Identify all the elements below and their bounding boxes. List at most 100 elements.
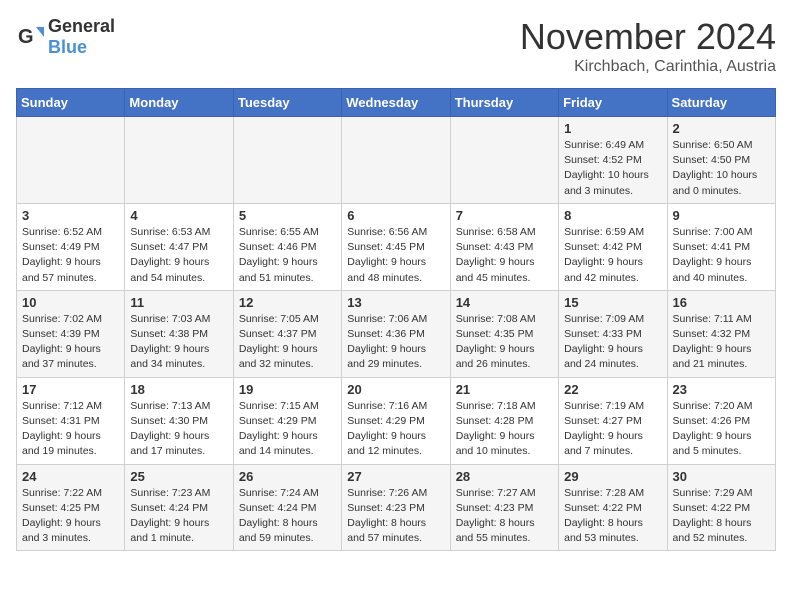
calendar-week-row: 10 Sunrise: 7:02 AMSunset: 4:39 PMDayligh… xyxy=(17,290,776,377)
day-header-wednesday: Wednesday xyxy=(342,89,450,117)
day-info: Sunrise: 6:53 AMSunset: 4:47 PMDaylight:… xyxy=(130,225,227,286)
day-info: Sunrise: 7:12 AMSunset: 4:31 PMDaylight:… xyxy=(22,399,119,460)
calendar-cell: 9 Sunrise: 7:00 AMSunset: 4:41 PMDaylight… xyxy=(667,203,775,290)
day-number: 17 xyxy=(22,382,119,397)
day-info: Sunrise: 6:59 AMSunset: 4:42 PMDaylight:… xyxy=(564,225,661,286)
day-info: Sunrise: 6:49 AMSunset: 4:52 PMDaylight:… xyxy=(564,138,661,199)
day-info: Sunrise: 7:15 AMSunset: 4:29 PMDaylight:… xyxy=(239,399,336,460)
day-info: Sunrise: 6:56 AMSunset: 4:45 PMDaylight:… xyxy=(347,225,444,286)
calendar-cell: 21 Sunrise: 7:18 AMSunset: 4:28 PMDayligh… xyxy=(450,377,558,464)
day-header-tuesday: Tuesday xyxy=(233,89,341,117)
calendar-week-row: 24Sunrise: 7:22 AMSunset: 4:25 PMDayligh… xyxy=(17,464,776,551)
day-header-sunday: Sunday xyxy=(17,89,125,117)
day-number: 5 xyxy=(239,208,336,223)
day-number: 19 xyxy=(239,382,336,397)
calendar-cell: 4 Sunrise: 6:53 AMSunset: 4:47 PMDaylight… xyxy=(125,203,233,290)
calendar-cell: 25 Sunrise: 7:23 AMSunset: 4:24 PMDayligh… xyxy=(125,464,233,551)
calendar-week-row: 1Sunrise: 6:49 AMSunset: 4:52 PMDaylight… xyxy=(17,117,776,204)
day-info: Sunrise: 7:02 AMSunset: 4:39 PMDaylight:… xyxy=(22,312,119,373)
day-number: 4 xyxy=(130,208,227,223)
day-number: 30 xyxy=(673,469,770,484)
day-header-friday: Friday xyxy=(559,89,667,117)
calendar-cell: 5 Sunrise: 6:55 AMSunset: 4:46 PMDaylight… xyxy=(233,203,341,290)
calendar-cell: 14 Sunrise: 7:08 AMSunset: 4:35 PMDayligh… xyxy=(450,290,558,377)
calendar-week-row: 3 Sunrise: 6:52 AMSunset: 4:49 PMDaylight… xyxy=(17,203,776,290)
calendar-cell: 10 Sunrise: 7:02 AMSunset: 4:39 PMDayligh… xyxy=(17,290,125,377)
location-title: Kirchbach, Carinthia, Austria xyxy=(520,58,776,76)
day-number: 24 xyxy=(22,469,119,484)
calendar-cell: 11 Sunrise: 7:03 AMSunset: 4:38 PMDayligh… xyxy=(125,290,233,377)
day-info: Sunrise: 7:23 AMSunset: 4:24 PMDaylight:… xyxy=(130,486,227,547)
day-number: 20 xyxy=(347,382,444,397)
calendar-cell xyxy=(125,117,233,204)
page-header: G General Blue November 2024 Kirchbach, … xyxy=(16,16,776,76)
day-number: 22 xyxy=(564,382,661,397)
day-number: 23 xyxy=(673,382,770,397)
calendar-cell: 20 Sunrise: 7:16 AMSunset: 4:29 PMDayligh… xyxy=(342,377,450,464)
calendar-cell: 1Sunrise: 6:49 AMSunset: 4:52 PMDaylight… xyxy=(559,117,667,204)
day-info: Sunrise: 7:19 AMSunset: 4:27 PMDaylight:… xyxy=(564,399,661,460)
day-number: 21 xyxy=(456,382,553,397)
calendar-week-row: 17 Sunrise: 7:12 AMSunset: 4:31 PMDayligh… xyxy=(17,377,776,464)
calendar-cell: 3 Sunrise: 6:52 AMSunset: 4:49 PMDaylight… xyxy=(17,203,125,290)
calendar-cell xyxy=(17,117,125,204)
day-info: Sunrise: 7:03 AMSunset: 4:38 PMDaylight:… xyxy=(130,312,227,373)
day-info: Sunrise: 7:18 AMSunset: 4:28 PMDaylight:… xyxy=(456,399,553,460)
calendar-cell: 27 Sunrise: 7:26 AMSunset: 4:23 PMDayligh… xyxy=(342,464,450,551)
day-number: 9 xyxy=(673,208,770,223)
day-number: 16 xyxy=(673,295,770,310)
calendar-cell: 28 Sunrise: 7:27 AMSunset: 4:23 PMDayligh… xyxy=(450,464,558,551)
calendar-cell: 18 Sunrise: 7:13 AMSunset: 4:30 PMDayligh… xyxy=(125,377,233,464)
calendar-cell: 8 Sunrise: 6:59 AMSunset: 4:42 PMDaylight… xyxy=(559,203,667,290)
day-info: Sunrise: 6:58 AMSunset: 4:43 PMDaylight:… xyxy=(456,225,553,286)
day-info: Sunrise: 7:27 AMSunset: 4:23 PMDaylight:… xyxy=(456,486,553,547)
day-number: 3 xyxy=(22,208,119,223)
day-info: Sunrise: 6:52 AMSunset: 4:49 PMDaylight:… xyxy=(22,225,119,286)
day-number: 25 xyxy=(130,469,227,484)
day-number: 27 xyxy=(347,469,444,484)
day-info: Sunrise: 7:05 AMSunset: 4:37 PMDaylight:… xyxy=(239,312,336,373)
day-info: Sunrise: 7:20 AMSunset: 4:26 PMDaylight:… xyxy=(673,399,770,460)
calendar-cell: 12 Sunrise: 7:05 AMSunset: 4:37 PMDayligh… xyxy=(233,290,341,377)
title-area: November 2024 Kirchbach, Carinthia, Aust… xyxy=(520,16,776,76)
logo: G General Blue xyxy=(16,16,115,58)
month-title: November 2024 xyxy=(520,16,776,58)
day-info: Sunrise: 7:26 AMSunset: 4:23 PMDaylight:… xyxy=(347,486,444,547)
calendar-cell: 17 Sunrise: 7:12 AMSunset: 4:31 PMDayligh… xyxy=(17,377,125,464)
day-number: 29 xyxy=(564,469,661,484)
day-number: 26 xyxy=(239,469,336,484)
day-number: 6 xyxy=(347,208,444,223)
calendar-cell: 26 Sunrise: 7:24 AMSunset: 4:24 PMDayligh… xyxy=(233,464,341,551)
day-number: 11 xyxy=(130,295,227,310)
calendar-cell: 30Sunrise: 7:29 AMSunset: 4:22 PMDayligh… xyxy=(667,464,775,551)
day-number: 10 xyxy=(22,295,119,310)
day-info: Sunrise: 7:13 AMSunset: 4:30 PMDaylight:… xyxy=(130,399,227,460)
day-number: 2 xyxy=(673,121,770,136)
day-info: Sunrise: 7:28 AMSunset: 4:22 PMDaylight:… xyxy=(564,486,661,547)
day-number: 13 xyxy=(347,295,444,310)
day-header-thursday: Thursday xyxy=(450,89,558,117)
calendar-cell: 16Sunrise: 7:11 AMSunset: 4:32 PMDayligh… xyxy=(667,290,775,377)
day-info: Sunrise: 7:24 AMSunset: 4:24 PMDaylight:… xyxy=(239,486,336,547)
svg-text:G: G xyxy=(18,26,34,48)
calendar-cell: 24Sunrise: 7:22 AMSunset: 4:25 PMDayligh… xyxy=(17,464,125,551)
calendar-cell: 6 Sunrise: 6:56 AMSunset: 4:45 PMDaylight… xyxy=(342,203,450,290)
calendar-cell xyxy=(342,117,450,204)
day-info: Sunrise: 7:06 AMSunset: 4:36 PMDaylight:… xyxy=(347,312,444,373)
calendar-cell: 13 Sunrise: 7:06 AMSunset: 4:36 PMDayligh… xyxy=(342,290,450,377)
day-info: Sunrise: 7:16 AMSunset: 4:29 PMDaylight:… xyxy=(347,399,444,460)
calendar-cell: 15Sunrise: 7:09 AMSunset: 4:33 PMDayligh… xyxy=(559,290,667,377)
calendar-cell: 19 Sunrise: 7:15 AMSunset: 4:29 PMDayligh… xyxy=(233,377,341,464)
day-info: Sunrise: 6:55 AMSunset: 4:46 PMDaylight:… xyxy=(239,225,336,286)
calendar-table: SundayMondayTuesdayWednesdayThursdayFrid… xyxy=(16,88,776,551)
day-header-saturday: Saturday xyxy=(667,89,775,117)
day-info: Sunrise: 7:08 AMSunset: 4:35 PMDaylight:… xyxy=(456,312,553,373)
day-number: 14 xyxy=(456,295,553,310)
day-info: Sunrise: 7:00 AMSunset: 4:41 PMDaylight:… xyxy=(673,225,770,286)
day-number: 18 xyxy=(130,382,227,397)
day-number: 8 xyxy=(564,208,661,223)
day-number: 28 xyxy=(456,469,553,484)
day-number: 15 xyxy=(564,295,661,310)
day-number: 12 xyxy=(239,295,336,310)
calendar-cell: 2Sunrise: 6:50 AMSunset: 4:50 PMDaylight… xyxy=(667,117,775,204)
